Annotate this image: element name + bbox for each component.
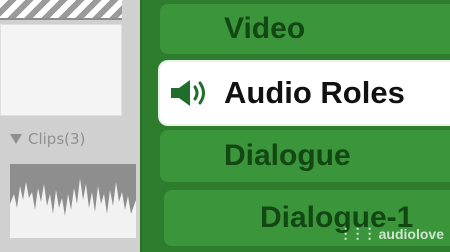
watermark-icon: ⋮⋮⋮ — [338, 225, 377, 241]
clip-thumbnail[interactable] — [0, 24, 122, 116]
watermark: ⋮⋮⋮ audiolove — [339, 225, 444, 242]
role-row-dialogue[interactable]: Dialogue — [160, 130, 450, 182]
role-label-audio-roles: Audio Roles — [224, 75, 405, 110]
roles-index-panel: Video Audio Roles Dialogue Dialogue-1 — [140, 0, 450, 252]
clips-group-header[interactable]: Clips(3) — [10, 130, 85, 148]
role-label-video: Video — [224, 12, 306, 45]
filmstrip-thumbnail[interactable] — [0, 0, 122, 20]
disclosure-triangle-icon[interactable] — [10, 134, 22, 144]
role-row-audio-roles[interactable]: Audio Roles — [160, 62, 450, 124]
audio-waveform-thumbnail[interactable] — [10, 164, 136, 238]
waveform-graphic — [10, 164, 136, 238]
role-row-video[interactable]: Video — [160, 4, 450, 54]
speaker-icon — [171, 80, 205, 106]
clip-browser-panel: Clips(3) — [0, 0, 140, 252]
watermark-text: audiolove — [378, 225, 444, 242]
role-label-dialogue: Dialogue — [224, 139, 351, 172]
clips-group-label: Clips(3) — [28, 130, 86, 148]
